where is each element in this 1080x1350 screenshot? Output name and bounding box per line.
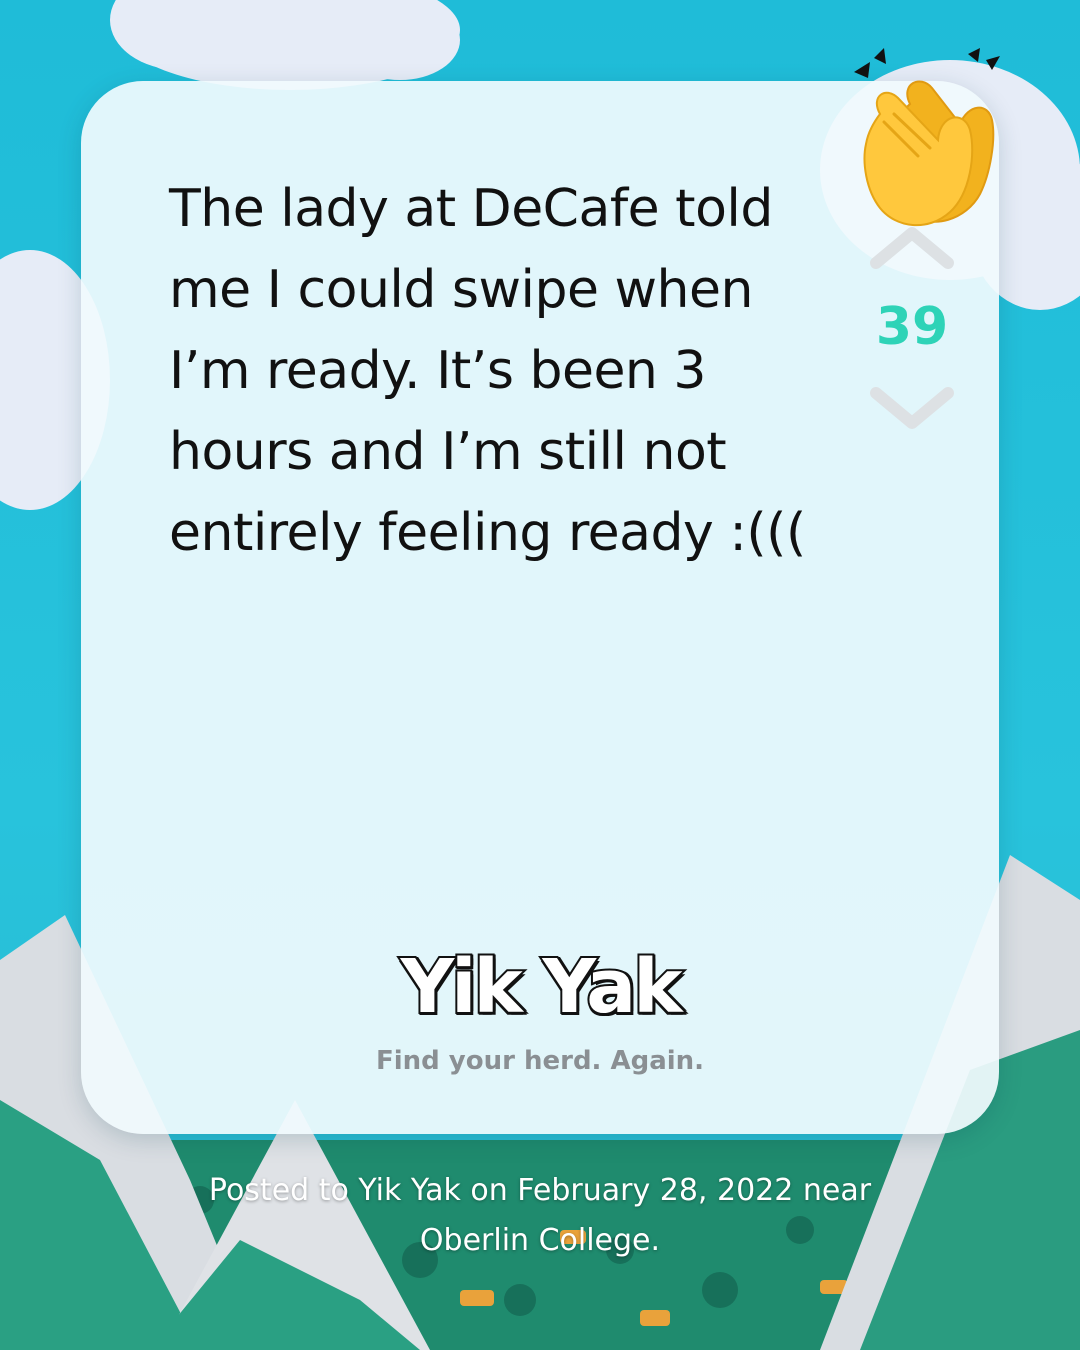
post-text: The lady at DeCafe told me I could swipe… [169,179,806,563]
post-caption: Posted to Yik Yak on February 28, 2022 n… [208,1173,872,1258]
yik-yak-logo: Yik Yak [399,942,685,1032]
vote-widget: 39 [864,219,960,439]
clapping-hands-icon [854,48,1000,226]
tagline: Find your herd. Again. [375,1046,705,1076]
brand-block: Yik Yak Find your herd. Again. [81,941,999,1077]
vote-count: 39 [875,297,949,357]
chevron-down-icon[interactable] [868,387,956,433]
